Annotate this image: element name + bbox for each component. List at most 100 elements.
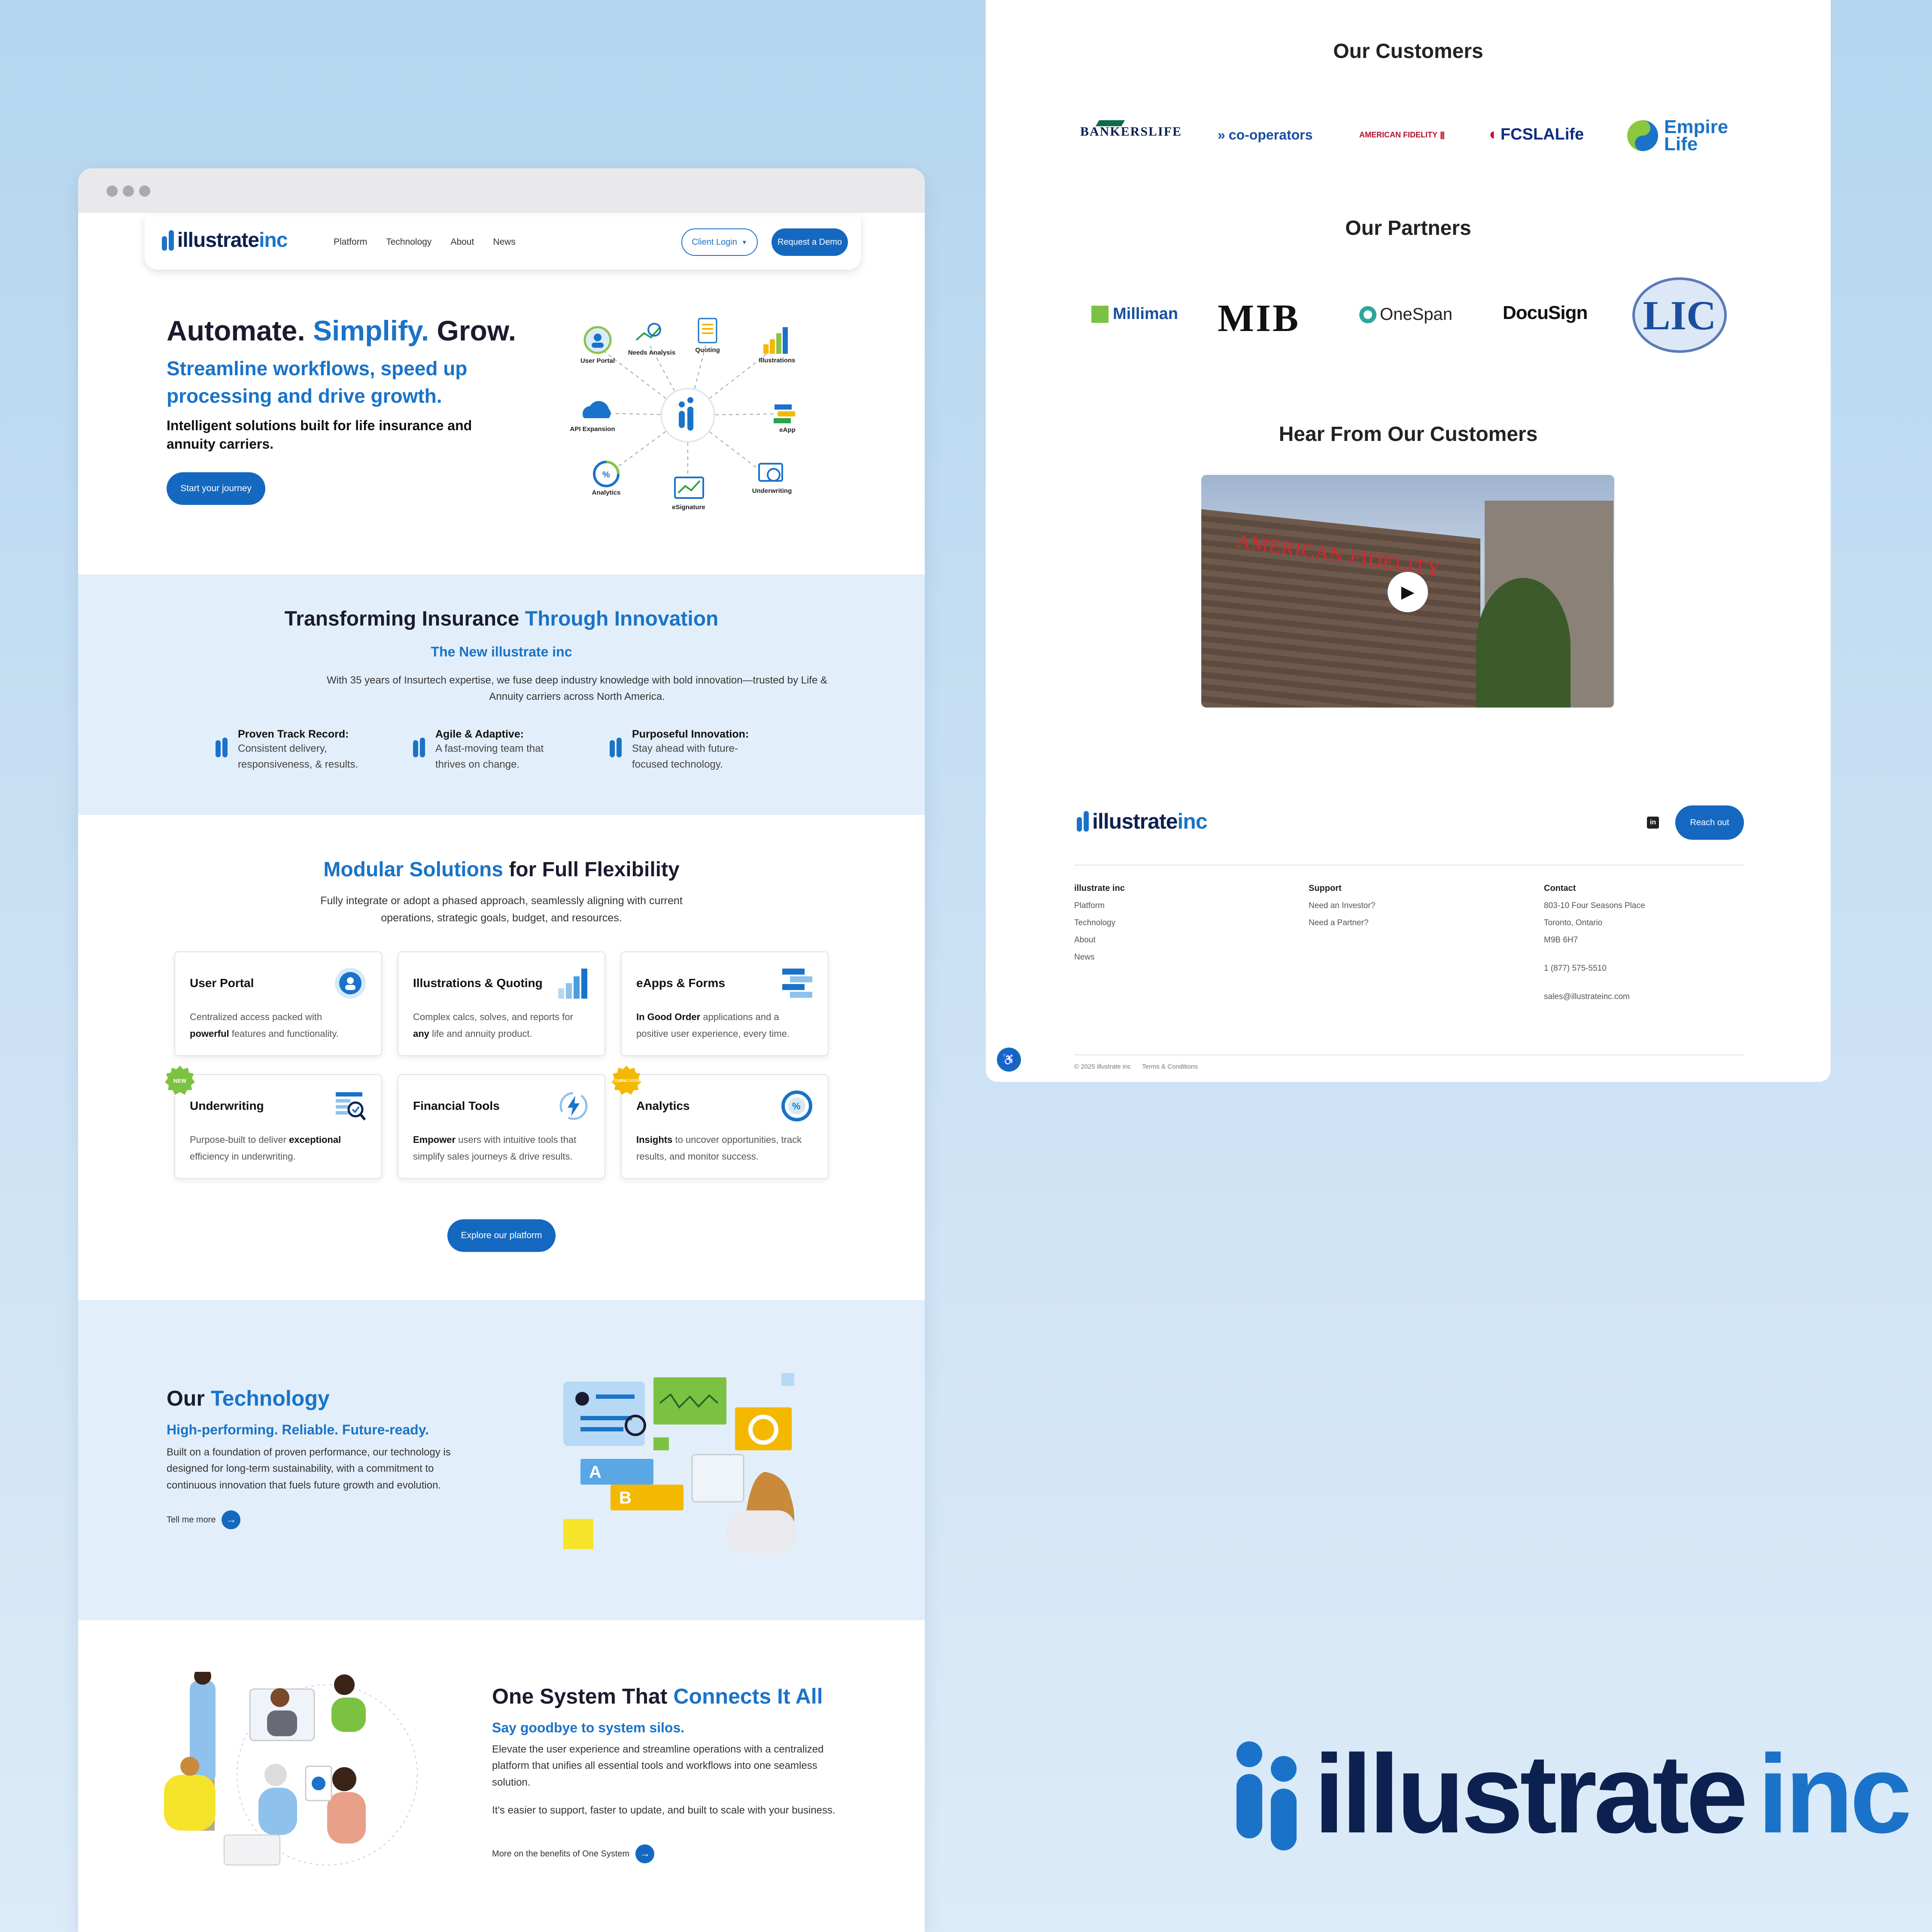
technology-section: Our Technology High-performing. Reliable…: [78, 1300, 925, 1620]
footer-link[interactable]: Technology: [1074, 914, 1125, 932]
solution-card-eapps[interactable]: eApps & Forms In Good Order applications…: [621, 951, 829, 1056]
one-system-link[interactable]: More on the benefits of One System →: [492, 1844, 655, 1863]
solutions-hub-diagram: % User Portal Needs Analysis Quoting Ill…: [570, 318, 796, 511]
browser-window: illustrate inc Platform Technology About …: [78, 168, 925, 1932]
start-journey-label: Start your journey: [180, 483, 252, 493]
magnify-icon: [336, 1092, 366, 1121]
brand-mark-icon: [610, 734, 623, 760]
window-dot[interactable]: [123, 185, 134, 197]
customer-logo-bankers-life: BANKERSLIFE: [1080, 120, 1182, 139]
partners-title: Our Partners: [1345, 217, 1471, 240]
nav-link-about[interactable]: About: [450, 237, 474, 247]
customers-title: Our Customers: [1333, 40, 1483, 63]
footer-link[interactable]: Platform: [1074, 897, 1125, 914]
request-demo-label: Request a Demo: [777, 237, 842, 247]
nav-link-technology[interactable]: Technology: [386, 237, 431, 247]
footer-link[interactable]: About: [1074, 932, 1125, 949]
customer-logo-text: AMERICAN FIDELITY: [1359, 131, 1437, 139]
footer-col-company: illustrate inc Platform Technology About…: [1074, 879, 1125, 966]
testimonial-video[interactable]: AMERICAN FIDELITY ▶: [1201, 475, 1614, 708]
reach-out-button[interactable]: Reach out: [1675, 805, 1744, 840]
footer-brand-logo[interactable]: illustrate inc: [1077, 809, 1208, 834]
technology-body: Built on a foundation of proven performa…: [167, 1446, 451, 1491]
footer-address: M9B 6H7: [1544, 935, 1578, 945]
card-text: Insights to uncover opportunities, track…: [636, 1134, 802, 1162]
bankers-mark-icon: [1095, 120, 1125, 126]
one-system-title: One System That Connects It All: [492, 1684, 823, 1709]
footer-col-title: Support: [1309, 884, 1342, 893]
empire-life-mark-icon: [1627, 120, 1658, 151]
footer-link[interactable]: News: [1074, 949, 1125, 966]
footer-link[interactable]: Need a Partner?: [1309, 914, 1375, 932]
main-nav: Platform Technology About News: [334, 237, 516, 247]
diagram-label: Illustrations: [759, 357, 795, 364]
modular-title-a: Modular Solutions: [323, 858, 503, 881]
form-icon: [782, 969, 812, 998]
footer-link[interactable]: Need an Investor?: [1309, 897, 1375, 914]
partner-logo-milliman: Milliman: [1091, 305, 1178, 323]
terms-link[interactable]: Terms & Conditions: [1142, 1063, 1198, 1070]
solution-card-user-portal[interactable]: User Portal Centralized access packed wi…: [174, 951, 382, 1056]
footer-divider: [1074, 1054, 1744, 1055]
explore-platform-button[interactable]: Explore our platform: [447, 1219, 556, 1252]
solution-card-analytics[interactable]: Analytics Insights to uncover opportunit…: [611, 1066, 829, 1179]
brand-suffix: inc: [1177, 809, 1207, 833]
hero-body: Intelligent solutions built for life ins…: [167, 418, 472, 452]
customer-logo-empire-life: Empire Life: [1625, 118, 1728, 153]
modular-title: Modular Solutions for Full Flexibility: [78, 858, 925, 881]
solution-card-financial-tools[interactable]: Financial Tools Empower users with intui…: [398, 1074, 605, 1179]
one-system-body-2: It's easier to support, faster to update…: [492, 1804, 835, 1816]
card-text: In Good Order applications and a positiv…: [636, 1012, 790, 1039]
svg-text:%: %: [792, 1101, 801, 1112]
card-text: Empower users with intuitive tools that …: [413, 1134, 577, 1162]
solution-card-underwriting[interactable]: Underwriting Purpose-built to deliver ex…: [165, 1066, 382, 1179]
user-icon: [335, 968, 366, 999]
footer-phone[interactable]: 1 (877) 575-5510: [1544, 960, 1645, 977]
request-demo-button[interactable]: Request a Demo: [772, 228, 848, 256]
hero-title-a: Automate.: [167, 315, 305, 346]
linkedin-icon[interactable]: in: [1647, 817, 1659, 829]
diagram-label: User Portal: [580, 357, 615, 365]
nav-link-platform[interactable]: Platform: [334, 237, 367, 247]
brand-suffix: inc: [1757, 1732, 1912, 1856]
brand-logo[interactable]: illustrate inc: [162, 228, 288, 252]
partner-logo-text: Milliman: [1113, 305, 1179, 323]
brand-suffix: inc: [259, 229, 288, 252]
innovation-title-b: Through Innovation: [525, 608, 719, 630]
partner-logo-mib: MIB: [1218, 296, 1300, 340]
feature-title: Purposeful Innovation:: [632, 728, 749, 740]
partner-logo-text: DocuSign: [1503, 302, 1588, 323]
feature-text: Consistent delivery, responsiveness, & r…: [238, 743, 358, 771]
feature-text: A fast-moving team that thrives on chang…: [435, 743, 544, 771]
modular-section: Modular Solutions for Full Flexibility F…: [78, 815, 925, 1300]
svg-text:B: B: [619, 1488, 632, 1507]
bars-icon: |||: [1440, 131, 1445, 139]
one-system-subtitle: Say goodbye to system silos.: [492, 1720, 685, 1735]
solution-card-illustrations[interactable]: Illustrations & Quoting Complex calcs, s…: [398, 951, 605, 1056]
footer-address: Toronto, Ontario: [1544, 918, 1603, 927]
accessibility-icon[interactable]: ♿: [997, 1048, 1021, 1072]
customer-logo-text: BANKERSLIFE: [1080, 125, 1182, 139]
brand-mark-icon: [162, 230, 174, 251]
innovation-title: Transforming Insurance Through Innovatio…: [78, 607, 925, 631]
brand-mark-icon: [413, 734, 426, 760]
client-login-label: Client Login: [692, 237, 737, 247]
lightning-icon: [559, 1092, 588, 1120]
start-journey-button[interactable]: Start your journey: [167, 472, 265, 505]
feature-item: Agile & Adaptive: A fast-moving team that…: [413, 728, 564, 772]
client-login-button[interactable]: Client Login ▼: [681, 228, 758, 256]
window-dot[interactable]: [139, 185, 150, 197]
technology-title: Our Technology: [167, 1386, 330, 1411]
one-system-link-label: More on the benefits of One System: [492, 1849, 630, 1859]
feature-item: Proven Track Record: Consistent delivery,…: [216, 728, 384, 772]
footer-email[interactable]: sales@illustrateinc.com: [1544, 988, 1645, 1005]
testimonials-title: Hear From Our Customers: [1279, 423, 1538, 446]
page-lower-section: Our Customers BANKERSLIFE » co-operators …: [986, 0, 1831, 1082]
diagram-label: Quoting: [695, 346, 720, 354]
nav-link-news[interactable]: News: [493, 237, 516, 247]
explore-platform-label: Explore our platform: [461, 1230, 542, 1240]
play-icon[interactable]: ▶: [1388, 572, 1428, 612]
tell-me-more-link[interactable]: Tell me more →: [167, 1510, 241, 1529]
window-dot[interactable]: [106, 185, 118, 197]
customer-logo-fcsla: ◐ FCSLALife: [1489, 125, 1584, 144]
